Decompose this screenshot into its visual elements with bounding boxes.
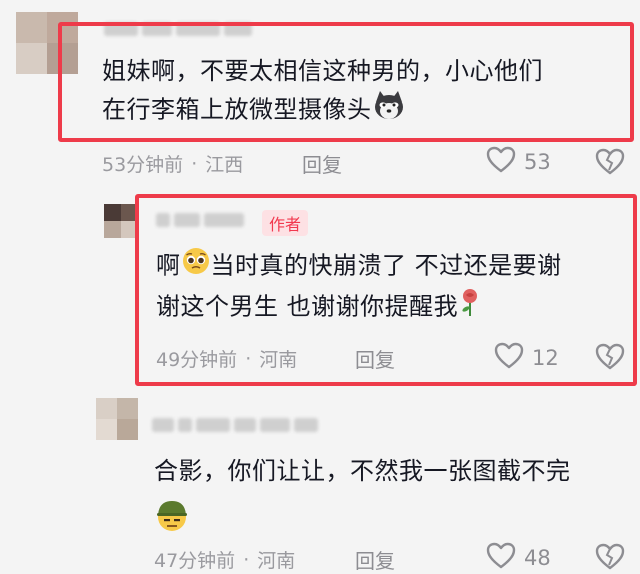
heart-outline-icon bbox=[486, 542, 516, 574]
meta-separator: · bbox=[243, 548, 250, 571]
comment-2-dislike-button[interactable] bbox=[595, 343, 625, 374]
comment-1-time: 53分钟前 bbox=[102, 154, 184, 176]
comment-2-avatar[interactable] bbox=[104, 204, 138, 238]
broken-heart-icon bbox=[595, 148, 625, 175]
comment-1-like-button[interactable]: 53 bbox=[486, 146, 551, 178]
comment-2-like-count: 12 bbox=[532, 346, 559, 370]
husky-emoji-icon bbox=[372, 90, 406, 131]
comment-1-like-count: 53 bbox=[524, 150, 551, 174]
comment-1-reply-button[interactable]: 回复 bbox=[302, 149, 342, 178]
comment-1-meta: 53分钟前 · 江西 bbox=[102, 150, 243, 177]
soldier-face-emoji-icon bbox=[154, 497, 190, 537]
comment-1-location: 江西 bbox=[205, 154, 244, 176]
heart-outline-icon bbox=[486, 146, 516, 178]
broken-heart-icon bbox=[595, 343, 625, 370]
comment-2-text: 啊 当时真的快崩溃了 不过还是要谢 谢这个男生 也谢谢你提醒我 bbox=[156, 246, 562, 328]
author-tag: 作者 bbox=[262, 210, 309, 236]
comment-3-like-count: 48 bbox=[524, 546, 551, 570]
comment-3-avatar[interactable] bbox=[96, 398, 138, 440]
comment-2-time: 49分钟前 bbox=[156, 349, 238, 371]
rose-emoji-icon bbox=[458, 287, 482, 328]
comment-3-time: 47分钟前 bbox=[154, 550, 236, 572]
comment-3-like-button[interactable]: 48 bbox=[486, 542, 551, 574]
comment-2-reply-button[interactable]: 回复 bbox=[355, 344, 395, 373]
broken-heart-icon bbox=[595, 543, 625, 570]
comment-2-location: 河南 bbox=[259, 349, 298, 371]
comment-1-avatar[interactable] bbox=[16, 12, 78, 74]
comment-3-username[interactable] bbox=[152, 416, 318, 434]
comment-3-reply-button[interactable]: 回复 bbox=[355, 545, 395, 574]
comment-2-like-button[interactable]: 12 bbox=[494, 342, 559, 374]
comment-1-dislike-button[interactable] bbox=[595, 148, 625, 179]
heart-outline-icon bbox=[494, 342, 524, 374]
comment-3-dislike-button[interactable] bbox=[595, 543, 625, 574]
comment-2-username[interactable] bbox=[156, 211, 244, 229]
meta-separator: · bbox=[191, 152, 198, 175]
pleading-face-emoji-icon bbox=[181, 246, 211, 287]
comment-3-location: 河南 bbox=[257, 550, 296, 572]
comment-1-text: 姐妹啊，不要太相信这种男的，小心他们 在行李箱上放微型摄像头 bbox=[102, 52, 543, 131]
comment-3-meta: 47分钟前 · 河南 bbox=[154, 546, 295, 573]
comment-2-meta: 49分钟前 · 河南 bbox=[156, 345, 297, 372]
comment-1-username[interactable] bbox=[104, 20, 252, 38]
meta-separator: · bbox=[245, 347, 252, 370]
comment-3-text: 合影，你们让让，不然我一张图截不完 bbox=[154, 457, 571, 485]
